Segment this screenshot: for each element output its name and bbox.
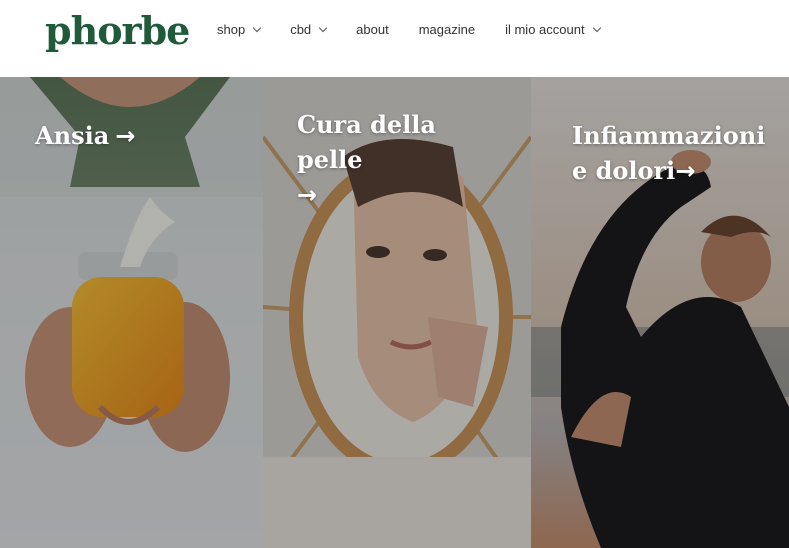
arrow-right-icon: →	[675, 157, 696, 185]
nav-item-label: about	[356, 22, 389, 37]
nav-item-shop[interactable]: shop	[217, 22, 262, 37]
nav-item-label: il mio account	[505, 22, 585, 37]
category-tile-infiammazioni-e-dolori[interactable]: Infiammazioni e dolori→	[531, 77, 789, 548]
site-header: phorbe shop cbd about magazine il mio ac…	[0, 0, 789, 77]
tile-title: Cura della pelle →	[297, 107, 507, 213]
site-logo[interactable]: phorbe	[45, 8, 190, 53]
nav-item-label: cbd	[290, 22, 312, 37]
category-tiles: Ansia → Cura della pelle → Infiammazioni…	[0, 77, 789, 548]
main-nav: shop cbd about magazine il mio account	[217, 22, 630, 37]
category-tile-cura-della-pelle[interactable]: Cura della pelle →	[263, 77, 531, 548]
chevron-down-icon	[592, 23, 601, 32]
nav-item-label: shop	[217, 22, 246, 37]
nav-item-label: magazine	[418, 22, 476, 37]
tile-title: Ansia →	[35, 118, 245, 154]
nav-item-magazine[interactable]: magazine	[419, 22, 475, 37]
tile-title: Infiammazioni e dolori→	[572, 118, 782, 189]
nav-item-about[interactable]: about	[356, 22, 389, 37]
nav-item-account[interactable]: il mio account	[505, 22, 601, 37]
nav-item-cbd[interactable]: cbd	[290, 22, 328, 37]
arrow-right-icon: →	[297, 181, 318, 209]
chevron-down-icon	[252, 23, 262, 32]
category-tile-ansia[interactable]: Ansia →	[0, 77, 263, 548]
chevron-down-icon	[318, 23, 328, 32]
arrow-right-icon: →	[115, 122, 136, 150]
